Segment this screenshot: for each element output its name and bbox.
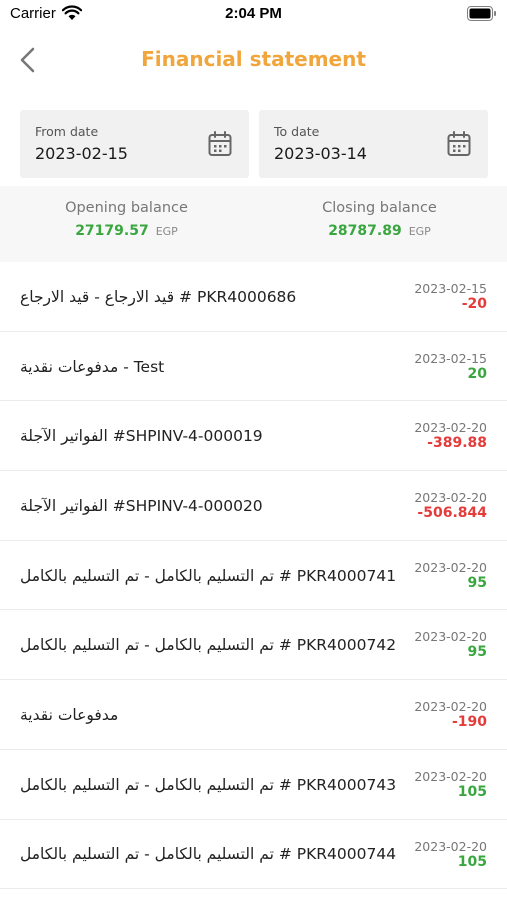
transaction-row[interactable]: مدفوعات نقدية 2023-02-20 -190: [0, 680, 507, 750]
transaction-row[interactable]: قيد الارجاع - قيد الارجاع # PKR4000686 20…: [0, 262, 507, 332]
calendar-icon: [447, 131, 471, 156]
transaction-date: 2023-02-20: [414, 838, 487, 854]
balance-summary: Opening balance 27179.57 EGP Closing bala…: [0, 186, 507, 262]
nav-bar: Financial statement: [0, 38, 507, 82]
closing-balance-currency: EGP: [408, 225, 431, 238]
transaction-description: تم التسليم بالكامل - تم التسليم بالكامل …: [20, 845, 397, 864]
from-date-label: From date: [35, 124, 99, 139]
transaction-row[interactable]: تم التسليم بالكامل - تم التسليم بالكامل …: [0, 541, 507, 611]
closing-balance: Closing balance 28787.89 EGP: [253, 200, 506, 239]
calendar-icon: [208, 131, 232, 156]
status-bar: Carrier 2:04 PM: [0, 0, 507, 30]
transaction-date: 2023-02-20: [414, 490, 487, 506]
opening-balance-label: Opening balance: [65, 200, 188, 216]
closing-balance-label: Closing balance: [322, 200, 437, 216]
transaction-meta: 2023-02-20 -190: [414, 700, 487, 731]
transaction-date: 2023-02-20: [414, 420, 487, 436]
transaction-date: 2023-02-20: [414, 559, 487, 575]
battery-icon: [467, 6, 496, 21]
to-date-picker[interactable]: To date 2023-03-14: [259, 110, 488, 178]
opening-balance-currency: EGP: [155, 225, 178, 238]
transaction-meta: 2023-02-20 105: [414, 768, 487, 801]
opening-balance-value: 27179.57: [75, 223, 149, 239]
transaction-meta: 2023-02-15 -20: [414, 282, 487, 313]
transaction-amount: 95: [467, 574, 487, 591]
transaction-description: تم التسليم بالكامل - تم التسليم بالكامل …: [20, 636, 397, 655]
transaction-description: مدفوعات نقدية - Test: [20, 357, 165, 376]
closing-balance-value: 28787.89: [328, 223, 402, 239]
transaction-amount: 20: [467, 365, 487, 382]
from-date-value: 2023-02-15: [35, 144, 128, 163]
page-title: Financial statement: [141, 47, 366, 71]
transaction-meta: 2023-02-20 95: [414, 630, 487, 661]
transaction-meta: 2023-02-15 20: [414, 350, 487, 383]
transaction-row[interactable]: تم التسليم بالكامل - تم التسليم بالكامل …: [0, 750, 507, 820]
transaction-row[interactable]: الفواتير الآجلة #SHPINV-4-000020 2023-02-…: [0, 471, 507, 541]
transaction-description: الفواتير الآجلة #SHPINV-4-000020: [20, 496, 263, 515]
transaction-description: الفواتير الآجلة #SHPINV-4-000019: [20, 427, 263, 446]
transaction-amount: -20: [461, 296, 487, 312]
transaction-amount: -389.88: [427, 435, 487, 452]
transaction-description: تم التسليم بالكامل - تم التسليم بالكامل …: [20, 775, 397, 794]
transaction-row[interactable]: الفواتير الآجلة #SHPINV-4-000019 2023-02-…: [0, 401, 507, 472]
transaction-list: قيد الارجاع - قيد الارجاع # PKR4000686 20…: [0, 262, 507, 890]
transaction-date: 2023-02-20: [414, 629, 487, 645]
transaction-meta: 2023-02-20 -389.88: [414, 421, 487, 452]
transaction-meta: 2023-02-20 95: [414, 559, 487, 592]
transaction-description: مدفوعات نقدية: [20, 705, 119, 724]
transaction-row[interactable]: تم التسليم بالكامل - تم التسليم بالكامل …: [0, 610, 507, 681]
transaction-description: قيد الارجاع - قيد الارجاع # PKR4000686: [20, 287, 297, 306]
transaction-meta: 2023-02-20 105: [414, 838, 487, 871]
opening-balance: Opening balance 27179.57 EGP: [0, 200, 253, 239]
to-date-label: To date: [274, 124, 320, 139]
from-date-picker[interactable]: From date 2023-02-15: [20, 110, 249, 178]
to-date-value: 2023-03-14: [274, 144, 367, 163]
transaction-date: 2023-02-20: [414, 768, 487, 784]
transaction-amount: 95: [467, 644, 487, 661]
transaction-row[interactable]: تم التسليم بالكامل - تم التسليم بالكامل …: [0, 820, 507, 890]
status-time: 2:04 PM: [225, 5, 282, 22]
transaction-meta: 2023-02-20 -506.844: [414, 491, 487, 522]
transaction-amount: 105: [457, 853, 487, 870]
transaction-date: 2023-02-15: [414, 281, 487, 296]
transaction-amount: 105: [457, 783, 487, 800]
transaction-amount: -506.844: [417, 505, 487, 522]
transaction-row[interactable]: مدفوعات نقدية - Test 2023-02-15 20: [0, 332, 507, 402]
transaction-amount: -190: [451, 714, 487, 731]
transaction-description: تم التسليم بالكامل - تم التسليم بالكامل …: [20, 566, 397, 585]
transaction-date: 2023-02-20: [414, 699, 487, 715]
transaction-date: 2023-02-15: [414, 350, 487, 366]
